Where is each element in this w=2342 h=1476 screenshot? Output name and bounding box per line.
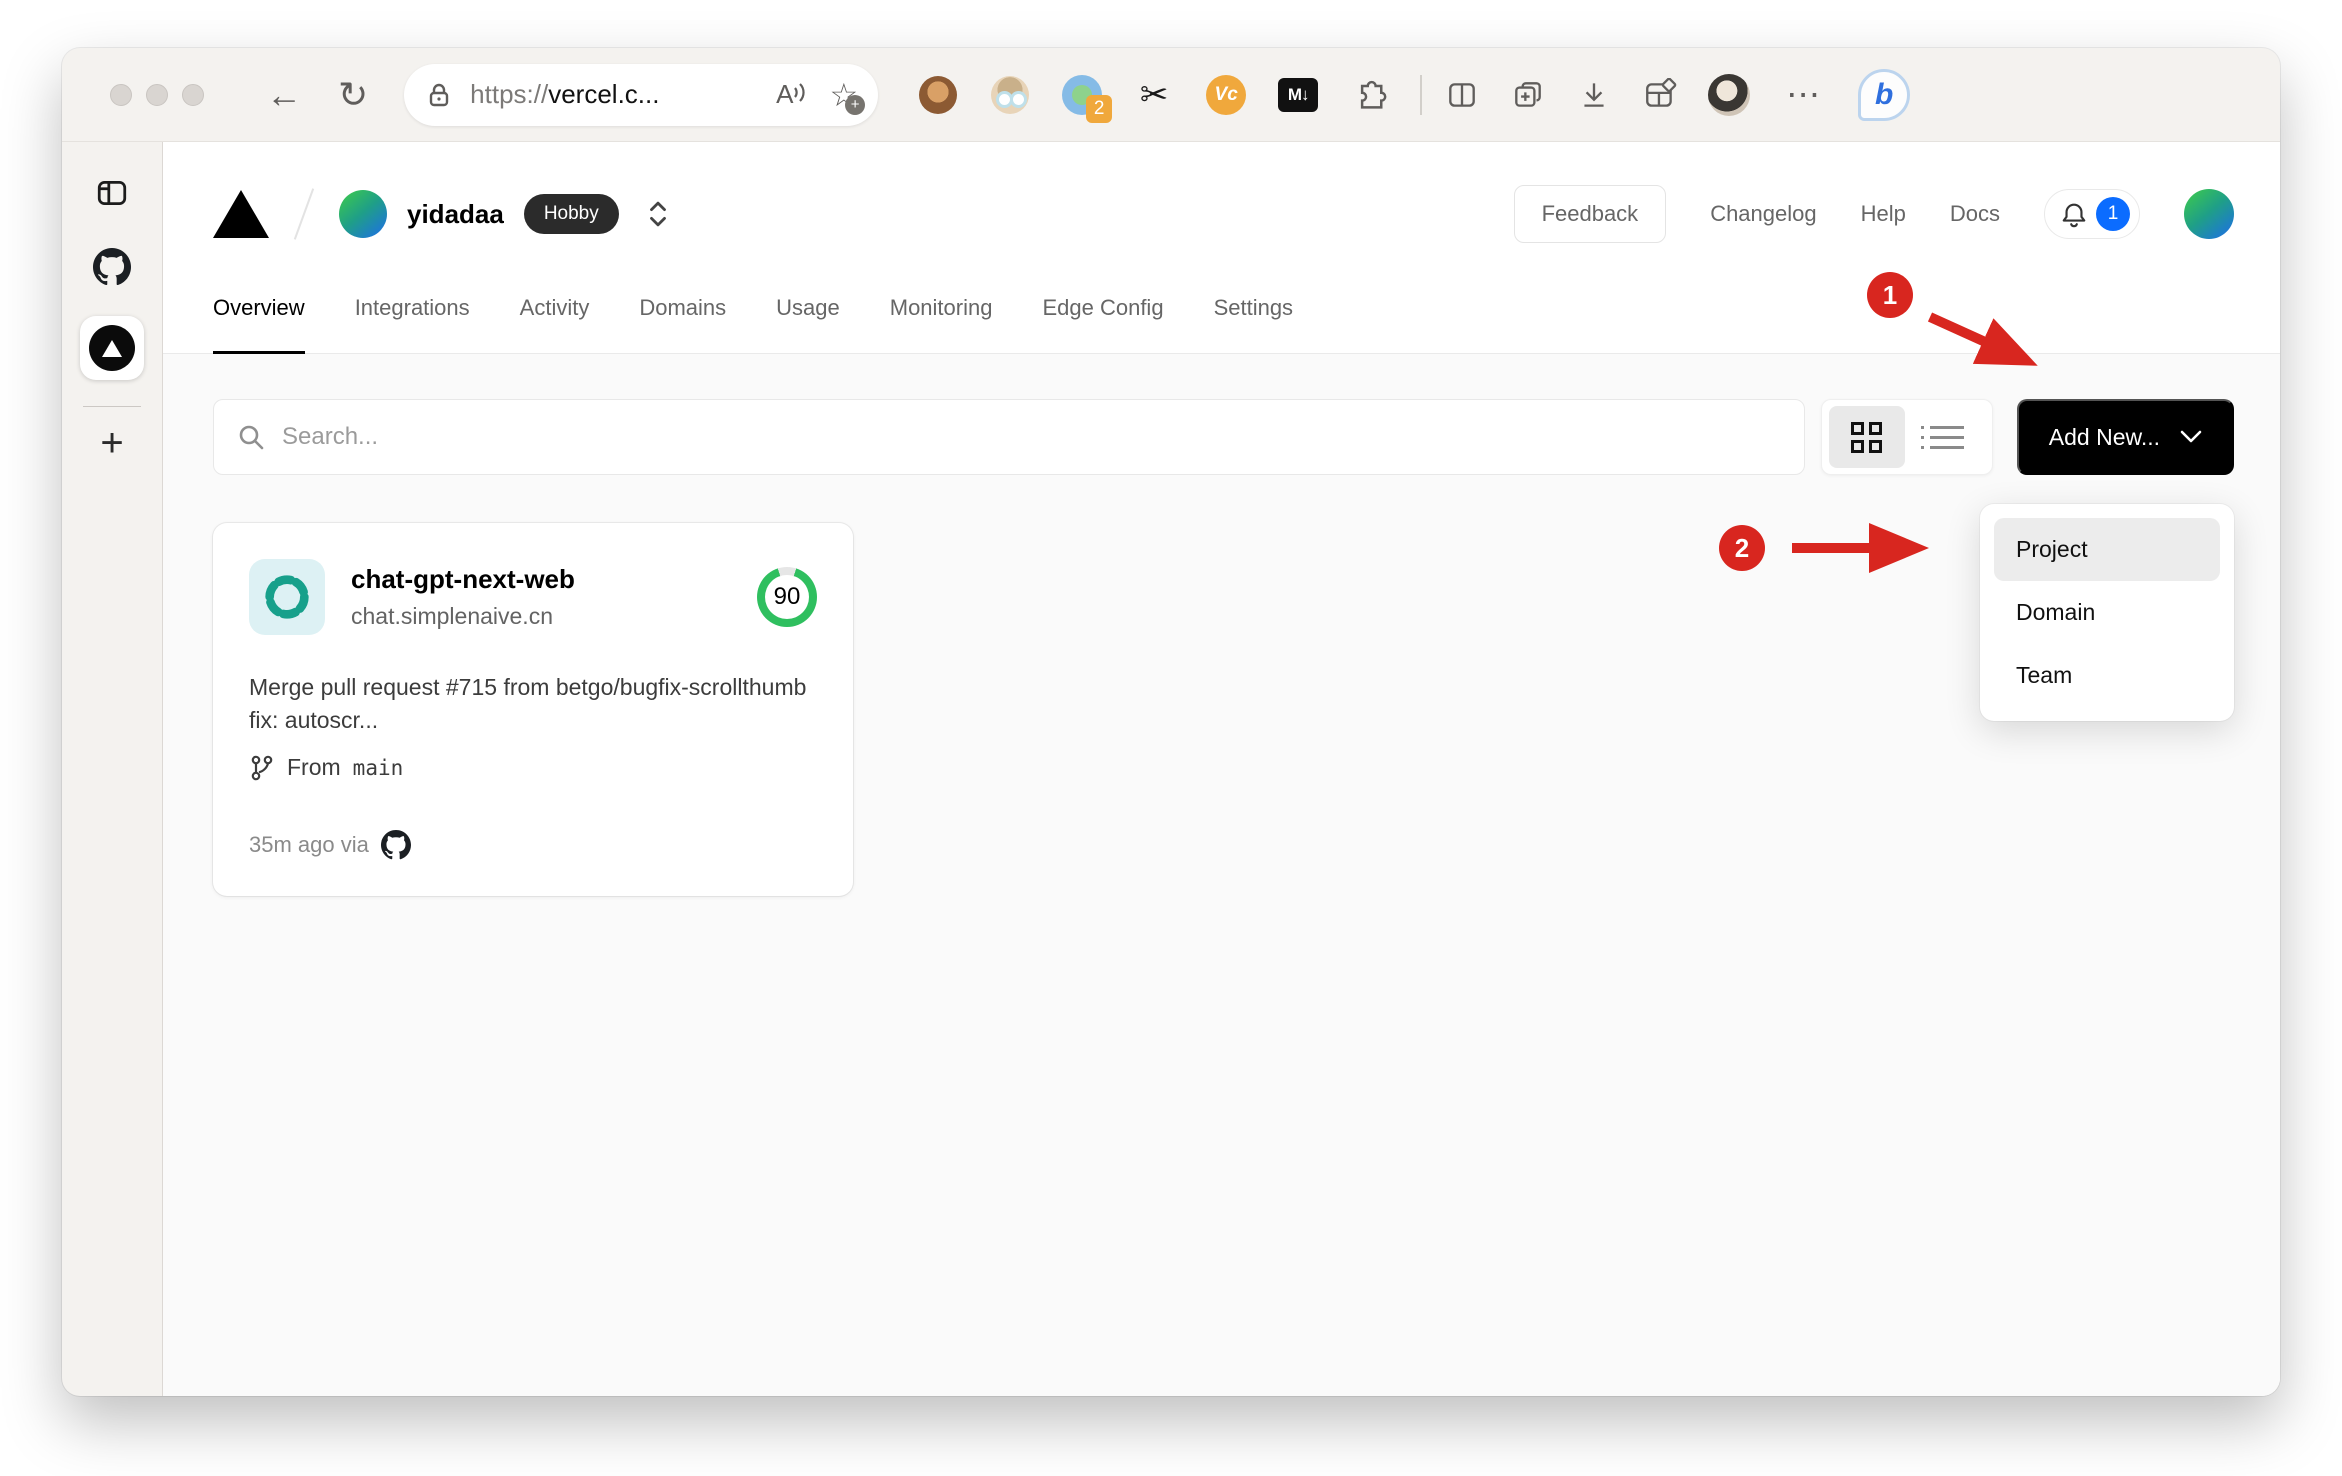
branch-label: From xyxy=(287,754,341,781)
vercel-tab-active[interactable] xyxy=(80,316,144,380)
dashboard-tabs: Overview Integrations Activity Domains U… xyxy=(163,262,2280,354)
notification-count-badge: 1 xyxy=(2096,197,2130,231)
feedback-button[interactable]: Feedback xyxy=(1513,185,1667,243)
profile-avatar[interactable] xyxy=(1708,73,1751,116)
collections-icon[interactable] xyxy=(1510,77,1546,113)
sidebar-divider xyxy=(83,406,141,407)
view-toggle xyxy=(1820,399,1993,475)
dropdown-item-team[interactable]: Team xyxy=(1994,644,2220,707)
elder-avatar-extension-icon[interactable] xyxy=(990,75,1030,115)
bell-icon xyxy=(2062,203,2086,228)
vertical-tabs-sidebar: + xyxy=(62,142,163,1396)
openai-project-icon xyxy=(249,559,325,635)
markdown-extension-icon[interactable]: M↓ xyxy=(1278,75,1319,115)
vc-extension-icon[interactable]: Vc xyxy=(1206,74,1247,115)
list-icon xyxy=(1920,425,1964,449)
traffic-lights xyxy=(110,83,204,106)
tampermonkey-extension-icon[interactable] xyxy=(918,75,958,115)
add-favorite-icon[interactable]: ☆ + xyxy=(829,79,866,115)
dropdown-item-project[interactable]: Project xyxy=(1994,518,2220,581)
workspaces-icon[interactable] xyxy=(1642,77,1678,113)
minimize-window-button[interactable] xyxy=(146,83,168,106)
vercel-logo[interactable] xyxy=(213,190,269,238)
bing-chat-icon[interactable]: b xyxy=(1858,68,1911,121)
user-avatar[interactable] xyxy=(2184,189,2234,239)
browser-toolbar: ← ↻ https://vercel.c... A ☆ + 2 ✂ Vc M↓ … xyxy=(62,48,2280,142)
changelog-link[interactable]: Changelog xyxy=(1710,201,1816,227)
notifications-button[interactable]: 1 xyxy=(2044,189,2140,239)
back-icon[interactable]: ← xyxy=(266,76,302,113)
settings-more-icon[interactable]: ⋯ xyxy=(1786,75,1822,115)
commit-message: Merge pull request #715 from betgo/bugfi… xyxy=(249,674,807,734)
search-icon xyxy=(239,425,264,450)
vercel-page: yidadaa Hobby Feedback Changelog Help Do… xyxy=(163,142,2280,1396)
tab-overview[interactable]: Overview xyxy=(213,262,305,354)
lock-icon xyxy=(429,83,449,106)
add-new-dropdown: Project Domain Team xyxy=(1980,504,2234,721)
team-avatar[interactable] xyxy=(339,190,387,238)
extensions-puzzle-icon[interactable] xyxy=(1350,75,1390,115)
tab-panel-icon[interactable] xyxy=(95,176,129,210)
project-name[interactable]: chat-gpt-next-web xyxy=(351,564,731,595)
help-link[interactable]: Help xyxy=(1861,201,1906,227)
browser-action-icons: ⋯ b xyxy=(1444,68,1911,121)
git-branch-icon xyxy=(251,755,273,780)
browser-window: ← ↻ https://vercel.c... A ☆ + 2 ✂ Vc M↓ … xyxy=(62,48,2280,1396)
new-tab-button[interactable]: + xyxy=(100,423,123,463)
docs-link[interactable]: Docs xyxy=(1950,201,2000,227)
grid-view-button[interactable] xyxy=(1828,406,1905,468)
tab-domains[interactable]: Domains xyxy=(639,262,726,353)
vercel-header: yidadaa Hobby Feedback Changelog Help Do… xyxy=(163,142,2280,354)
list-view-button[interactable] xyxy=(1909,406,1985,468)
downloads-icon[interactable] xyxy=(1576,77,1612,113)
grid-icon xyxy=(1851,421,1883,453)
extension-count-badge: 2 xyxy=(1086,94,1113,123)
search-input[interactable] xyxy=(282,423,1782,451)
score-ring[interactable]: 90 xyxy=(757,567,817,627)
deploy-time: 35m ago via xyxy=(249,831,369,857)
search-box xyxy=(213,399,1805,475)
project-card[interactable]: chat-gpt-next-web chat.simplenaive.cn 90… xyxy=(213,523,853,896)
translate-extension-icon[interactable]: 2 xyxy=(1062,74,1113,123)
reload-icon[interactable]: ↻ xyxy=(338,76,368,113)
breadcrumb-slash xyxy=(293,188,315,240)
chevron-down-icon xyxy=(2180,430,2202,443)
extensions-strip: 2 ✂ Vc M↓ xyxy=(918,74,1390,123)
tab-edge-config[interactable]: Edge Config xyxy=(1042,262,1163,353)
score-value: 90 xyxy=(765,575,809,619)
team-switcher-icon[interactable] xyxy=(645,197,671,231)
github-icon xyxy=(380,829,411,859)
tab-settings[interactable]: Settings xyxy=(1214,262,1294,353)
tab-integrations[interactable]: Integrations xyxy=(355,262,470,353)
plan-badge: Hobby xyxy=(523,194,619,234)
zoom-window-button[interactable] xyxy=(182,83,204,106)
project-domain[interactable]: chat.simplenaive.cn xyxy=(351,603,731,630)
split-screen-icon[interactable] xyxy=(1444,77,1480,113)
scissors-extension-icon[interactable]: ✂ xyxy=(1134,75,1174,115)
team-name[interactable]: yidadaa xyxy=(407,199,504,230)
vercel-favicon xyxy=(89,325,135,371)
github-tab-favicon[interactable] xyxy=(93,248,131,286)
dropdown-item-domain[interactable]: Domain xyxy=(1994,581,2220,644)
add-new-button[interactable]: Add New... xyxy=(2016,399,2234,475)
url-text: https://vercel.c... xyxy=(470,79,660,109)
close-window-button[interactable] xyxy=(110,83,132,106)
dashboard-content: Add New... xyxy=(163,354,2280,1396)
toolbar-divider xyxy=(1420,74,1423,115)
tab-activity[interactable]: Activity xyxy=(520,262,590,353)
tab-usage[interactable]: Usage xyxy=(776,262,840,353)
read-aloud-icon[interactable]: A xyxy=(776,79,807,110)
favorite-plus-badge: + xyxy=(845,94,866,115)
tab-monitoring[interactable]: Monitoring xyxy=(890,262,993,353)
address-bar[interactable]: https://vercel.c... A ☆ + xyxy=(404,63,879,126)
branch-name: main xyxy=(352,755,404,780)
